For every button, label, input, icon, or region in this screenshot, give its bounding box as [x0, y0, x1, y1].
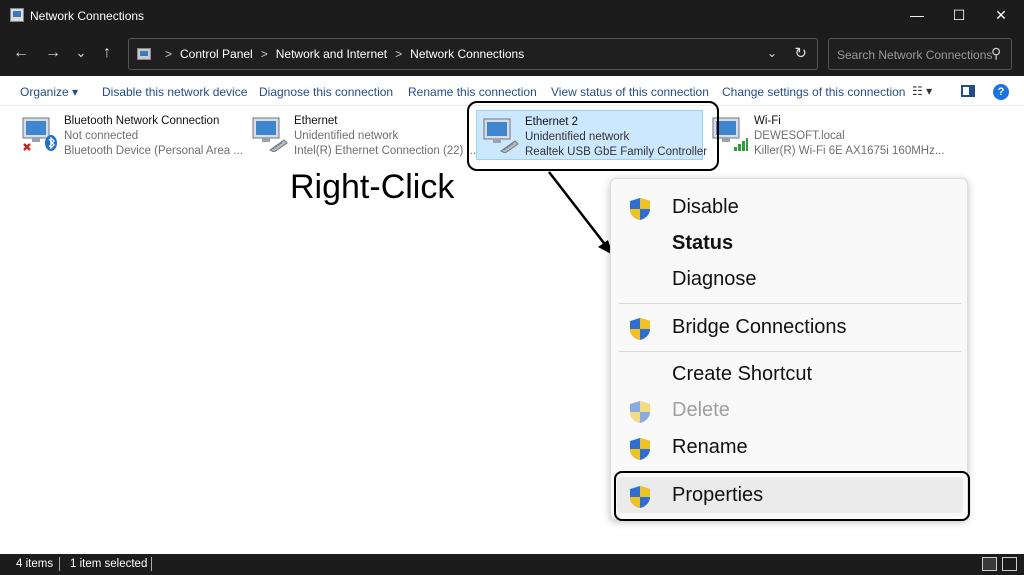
- item-count: 4 items: [16, 558, 54, 570]
- uac-shield-icon: [630, 318, 650, 340]
- recent-locations-chevron-icon[interactable]: ⌄: [70, 42, 92, 64]
- connection-name: Bluetooth Network Connection: [64, 115, 220, 127]
- address-bar[interactable]: > Control Panel > Network and Internet > Netw…: [128, 38, 818, 70]
- uac-shield-icon: [630, 401, 650, 423]
- network-connections-app-icon: [10, 8, 24, 22]
- menu-item-label: Disable: [672, 196, 739, 218]
- connection-name: Wi-Fi: [754, 115, 781, 127]
- search-placeholder: Search Network Connections: [837, 48, 993, 62]
- connection-item-ethernet[interactable]: Ethernet Unidentified network Intel(R) E…: [246, 110, 476, 160]
- search-icon[interactable]: ⚲: [991, 45, 1001, 62]
- connection-name: Ethernet: [294, 115, 338, 127]
- help-icon[interactable]: ?: [993, 84, 1009, 100]
- back-arrow-icon[interactable]: ←: [10, 42, 32, 64]
- menu-item-label: Delete: [672, 399, 730, 421]
- network-adapter-ethernet-icon: [252, 117, 288, 152]
- menu-item-label: Status: [672, 232, 734, 254]
- disable-device-button[interactable]: Disable this network device: [102, 85, 247, 99]
- connection-item-bluetooth[interactable]: Bluetooth Network Connection Not connect…: [16, 110, 243, 160]
- status-bar: 4 items 1 item selected: [0, 554, 1024, 575]
- uac-shield-icon: [630, 198, 650, 220]
- breadcrumb-separator: >: [260, 47, 268, 61]
- right-click-annotation: Right-Click: [290, 168, 455, 206]
- status-divider: [59, 557, 60, 571]
- connection-item-wifi[interactable]: Wi-Fi DEWESOFT.local Killer(R) Wi-Fi 6E …: [706, 110, 944, 160]
- address-dropdown-icon[interactable]: ⌄: [767, 46, 777, 60]
- menu-item-label: Create Shortcut: [672, 363, 813, 385]
- connection-status: Not connected: [64, 130, 139, 142]
- menu-item-diagnose[interactable]: Diagnose: [611, 261, 969, 297]
- close-button[interactable]: ✕: [986, 4, 1016, 26]
- menu-separator: [619, 351, 961, 352]
- selection-count: 1 item selected: [70, 558, 148, 570]
- menu-item-label: Rename: [672, 436, 748, 458]
- breadcrumb-control-panel[interactable]: Control Panel: [180, 47, 253, 61]
- menu-item-create-shortcut[interactable]: Create Shortcut: [611, 356, 969, 392]
- refresh-icon[interactable]: ↻: [794, 44, 807, 62]
- breadcrumb-separator: >: [395, 47, 403, 61]
- window-title: Network Connections: [30, 9, 145, 23]
- uac-shield-icon: [630, 438, 650, 460]
- connection-device: Killer(R) Wi-Fi 6E AX1675i 160MHz...: [754, 145, 945, 157]
- breadcrumb-network-and-internet[interactable]: Network and Internet: [276, 47, 387, 61]
- connection-device: Bluetooth Device (Personal Area ...: [64, 145, 243, 157]
- search-input[interactable]: Search Network Connections ⚲: [828, 38, 1012, 70]
- change-settings-button[interactable]: Change settings of this connection: [722, 85, 905, 99]
- maximize-button[interactable]: ☐: [944, 4, 974, 26]
- preview-pane-icon[interactable]: [961, 85, 975, 97]
- menu-item-rename[interactable]: Rename: [611, 429, 969, 465]
- forward-arrow-icon[interactable]: →: [42, 42, 64, 64]
- properties-highlight-callout: [614, 471, 970, 521]
- menu-item-disable[interactable]: Disable: [611, 189, 969, 225]
- view-options-icon[interactable]: ☷ ▾: [912, 84, 932, 98]
- breadcrumb-network-connections[interactable]: Network Connections: [410, 47, 524, 61]
- title-bar: Network Connections — ☐ ✕: [0, 0, 1024, 32]
- navigation-bar: ← → ⌄ ↑ > Control Panel > Network and Inter…: [0, 32, 1024, 76]
- connection-device: Intel(R) Ethernet Connection (22) ...: [294, 145, 477, 157]
- status-divider: [151, 557, 152, 571]
- tiles-view-icon[interactable]: [1002, 557, 1017, 571]
- view-status-button[interactable]: View status of this connection: [551, 85, 709, 99]
- details-view-icon[interactable]: [982, 557, 997, 571]
- rename-connection-button[interactable]: Rename this connection: [408, 85, 537, 99]
- breadcrumb-separator: >: [165, 47, 173, 61]
- ethernet-2-highlight-callout: [467, 101, 719, 171]
- connection-status: Unidentified network: [294, 130, 399, 142]
- minimize-button[interactable]: —: [902, 4, 932, 26]
- diagnose-connection-button[interactable]: Diagnose this connection: [259, 85, 393, 99]
- network-adapter-bluetooth-icon: [22, 117, 57, 151]
- menu-item-label: Diagnose: [672, 268, 757, 290]
- organize-menu-button[interactable]: Organize ▾: [20, 85, 78, 99]
- breadcrumb: > Control Panel > Network and Internet > Netw…: [157, 47, 524, 61]
- control-panel-icon: [137, 48, 151, 60]
- context-menu: Disable Status Diagnose Bridge Connectio…: [610, 178, 968, 520]
- up-arrow-icon[interactable]: ↑: [96, 42, 118, 64]
- menu-separator: [619, 303, 961, 304]
- menu-item-delete: Delete: [611, 392, 969, 428]
- connection-status: DEWESOFT.local: [754, 130, 845, 142]
- menu-item-label: Bridge Connections: [672, 316, 847, 338]
- menu-item-status[interactable]: Status: [611, 225, 969, 261]
- menu-item-bridge-connections[interactable]: Bridge Connections: [611, 309, 969, 345]
